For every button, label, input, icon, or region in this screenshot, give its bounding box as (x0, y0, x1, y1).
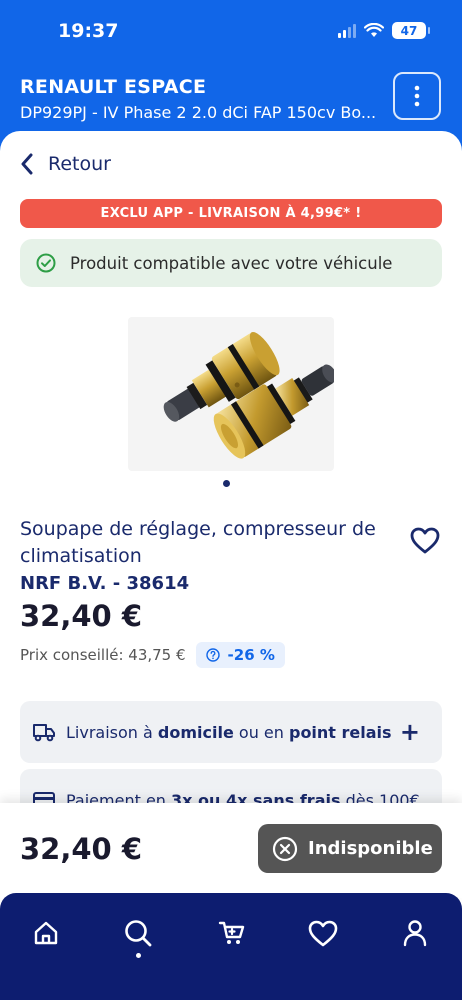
favorite-button[interactable] (410, 527, 440, 558)
recommended-price: Prix conseillé: 43,75 € (20, 646, 186, 664)
truck-icon (33, 724, 55, 742)
compatibility-notice: Produit compatible avec votre véhicule (20, 239, 442, 287)
home-icon (34, 921, 58, 945)
status-bar: 19:37 47 (0, 0, 462, 62)
nav-account[interactable] (393, 911, 437, 955)
bar-price: 32,40 € (20, 832, 143, 866)
product-reference: NRF B.V. - 38614 (20, 573, 190, 594)
more-vertical-icon (414, 85, 420, 107)
recommended-price-row: Prix conseillé: 43,75 € -26 % (20, 642, 285, 668)
status-time: 19:37 (58, 20, 119, 42)
signal-icon (338, 23, 356, 38)
delivery-info-card[interactable]: Livraison à domicile ou en point relais … (20, 701, 442, 763)
vehicle-subtitle: DP929PJ - IV Phase 2 2.0 dCi FAP 150cv B… (20, 103, 377, 122)
chevron-left-icon (21, 153, 33, 175)
nav-cart[interactable] (210, 911, 254, 955)
active-indicator (136, 953, 141, 958)
vehicle-header: RENAULT ESPACE DP929PJ - IV Phase 2 2.0 … (0, 62, 462, 134)
discount-value: -26 % (227, 646, 275, 664)
close-circle-icon (272, 836, 298, 861)
cart-icon (218, 921, 245, 944)
nav-home[interactable] (24, 911, 68, 955)
delivery-text: Livraison à domicile ou en point relais (66, 722, 392, 742)
help-circle-icon (205, 648, 220, 662)
unavailable-label: Indisponible (308, 838, 433, 859)
check-circle-icon (36, 253, 56, 273)
nav-search[interactable] (116, 911, 160, 955)
carousel-indicator[interactable] (223, 480, 230, 487)
product-price: 32,40 € (20, 599, 143, 633)
battery-icon: 47 (392, 22, 430, 39)
battery-level: 47 (400, 23, 418, 38)
back-button[interactable]: Retour (20, 153, 111, 175)
compatibility-text: Produit compatible avec votre véhicule (70, 253, 393, 273)
more-options-button[interactable] (393, 72, 441, 120)
vehicle-title: RENAULT ESPACE (20, 76, 207, 98)
wifi-icon (364, 23, 384, 37)
unavailable-button[interactable]: Indisponible (258, 824, 442, 873)
user-icon (403, 920, 427, 947)
back-label: Retour (48, 153, 111, 175)
discount-badge[interactable]: -26 % (195, 642, 285, 668)
expand-delivery-button[interactable]: + (400, 718, 420, 746)
product-name: Soupape de réglage, compresseur de clima… (20, 518, 376, 567)
promo-text: EXCLU APP - LIVRAISON À 4,99€* ! (100, 206, 362, 221)
search-icon (125, 920, 152, 947)
heart-icon (308, 920, 338, 946)
heart-icon (410, 527, 440, 554)
bottom-navigation (0, 893, 462, 1000)
sticky-price-bar: 32,40 € Indisponible (0, 803, 462, 898)
product-image[interactable] (128, 317, 334, 471)
promo-banner[interactable]: EXCLU APP - LIVRAISON À 4,99€* ! (20, 199, 442, 228)
status-icons: 47 (338, 22, 430, 39)
nav-favorites[interactable] (301, 911, 345, 955)
